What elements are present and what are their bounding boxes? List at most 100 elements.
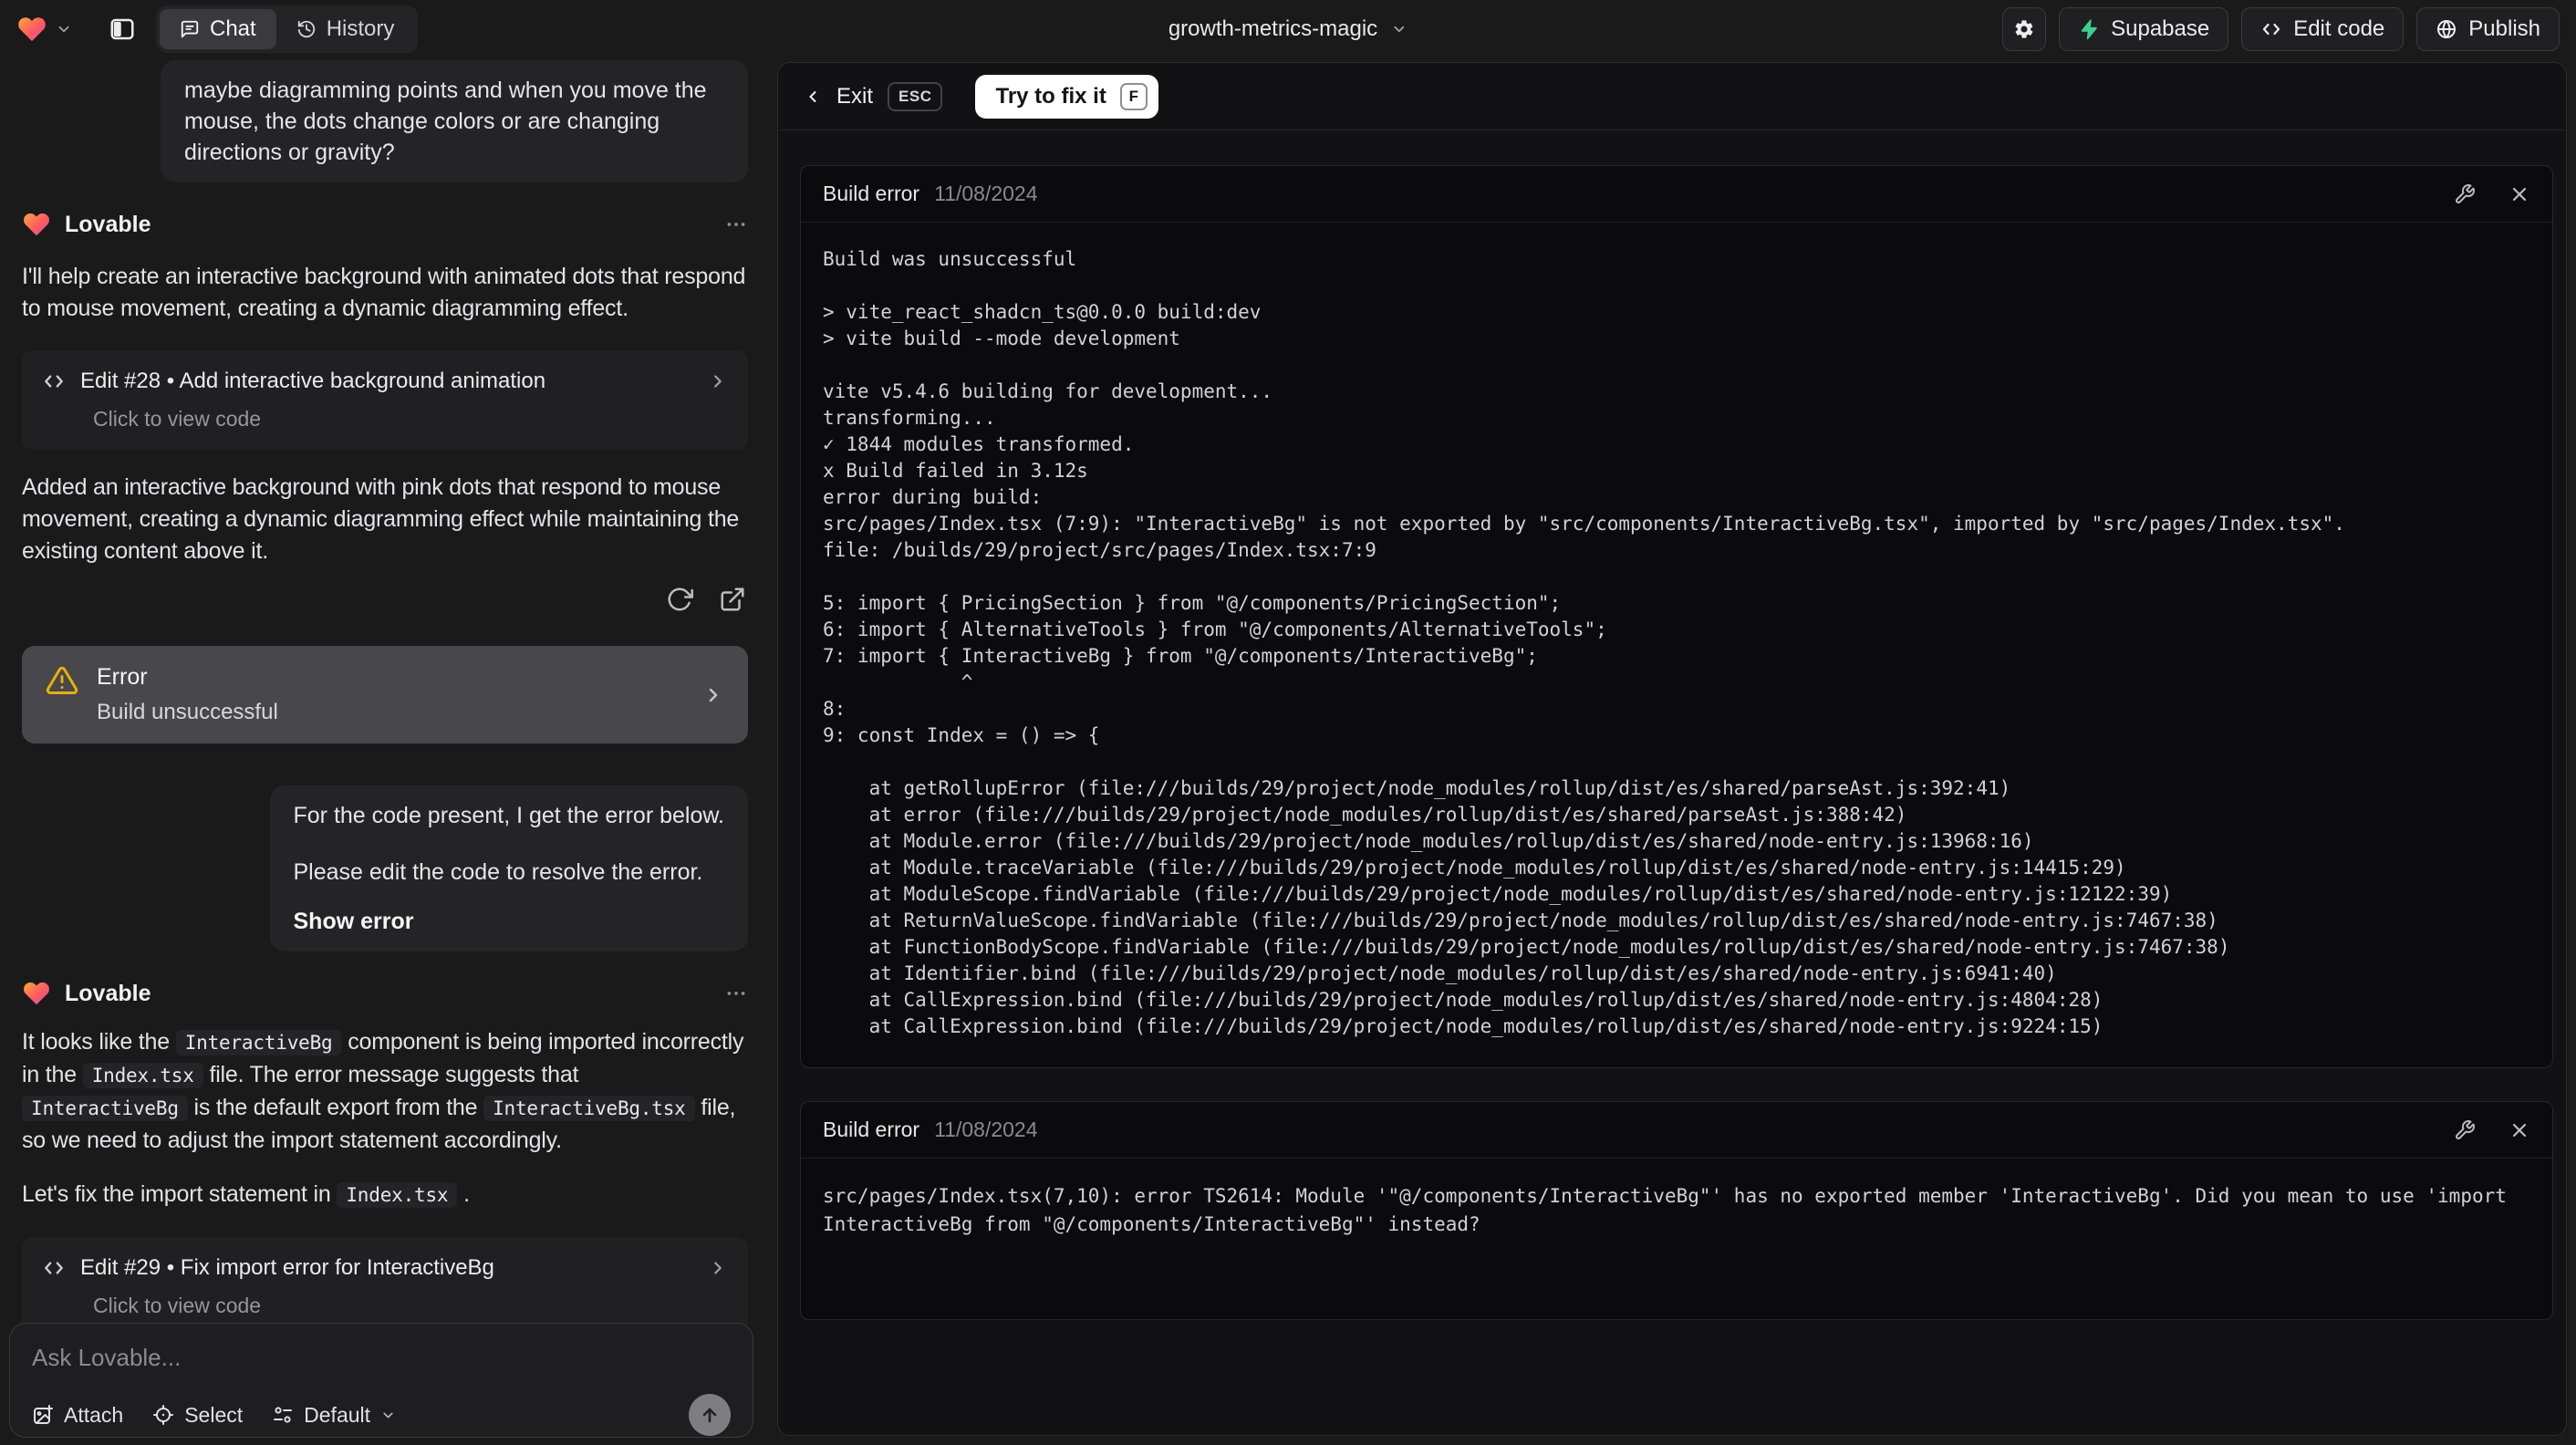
- chat-input[interactable]: Ask Lovable...: [32, 1344, 731, 1372]
- refresh-icon: [666, 586, 693, 613]
- external-link-icon: [719, 586, 746, 613]
- gear-icon: [2013, 18, 2035, 40]
- error-panel-body: Build error 11/08/2024 Build was unsucce…: [778, 130, 2566, 1320]
- build-error-title: Build error: [823, 182, 920, 205]
- esc-key-badge: ESC: [888, 81, 943, 111]
- chevron-right-icon: [702, 684, 724, 706]
- assistant-name: Lovable: [65, 211, 151, 237]
- target-icon: [152, 1404, 174, 1426]
- assistant-message-header: Lovable: [22, 210, 748, 239]
- tab-history[interactable]: History: [276, 9, 415, 49]
- image-attach-icon: [32, 1404, 54, 1426]
- chevron-right-icon: [708, 371, 728, 391]
- build-error-date: 11/08/2024: [934, 1118, 1038, 1141]
- warning-triangle-icon: [46, 664, 78, 697]
- wrench-icon: [2454, 1119, 2476, 1141]
- build-error-date: 11/08/2024: [934, 182, 1038, 205]
- user-message: For the code present, I get the error be…: [269, 785, 748, 951]
- chevron-down-icon: [380, 1408, 396, 1423]
- tab-history-label: History: [326, 16, 395, 41]
- edit-card-title: Edit #28 • Add interactive background an…: [80, 369, 546, 393]
- chat-history-segmented-control: Chat History: [156, 5, 419, 53]
- error-overlay-panel: Exit ESC Try to fix it F Build error 11/…: [777, 62, 2567, 1436]
- globe-icon: [2436, 18, 2457, 40]
- topbar-actions: Supabase Edit code Publish: [2002, 7, 2560, 51]
- chat-composer[interactable]: Ask Lovable... Attach Select Default: [9, 1323, 753, 1438]
- user-message: maybe diagramming points and when you mo…: [161, 60, 748, 182]
- error-card-subtitle: Build unsuccessful: [97, 700, 278, 724]
- tab-chat-label: Chat: [210, 16, 256, 41]
- panel-left-icon: [109, 16, 136, 43]
- code-brackets-icon: [2260, 18, 2282, 40]
- assistant-fix-text: It looks like the InteractiveBg componen…: [22, 1029, 744, 1153]
- exit-label: Exit: [836, 83, 874, 109]
- edit-code-button[interactable]: Edit code: [2241, 7, 2405, 51]
- close-error-button[interactable]: [2508, 1119, 2530, 1141]
- supabase-button[interactable]: Supabase: [2059, 7, 2229, 51]
- try-to-fix-label: Try to fix it: [995, 83, 1106, 109]
- message-menu-button[interactable]: [724, 982, 748, 1005]
- exit-button[interactable]: Exit: [804, 84, 873, 109]
- f-key-badge: F: [1119, 82, 1148, 110]
- wrench-icon: [2454, 183, 2476, 205]
- arrow-up-icon: [699, 1404, 721, 1426]
- attach-label: Attach: [64, 1402, 124, 1427]
- error-card-title: Error: [97, 664, 148, 690]
- edit-card-29[interactable]: Edit #29 • Fix import error for Interact…: [22, 1237, 748, 1336]
- select-element-button[interactable]: Select: [152, 1403, 243, 1428]
- send-button[interactable]: [689, 1394, 731, 1436]
- build-error-log: src/pages/Index.tsx(7,10): error TS2614:…: [823, 1185, 2519, 1235]
- project-switcher[interactable]: growth-metrics-magic: [1169, 0, 1407, 58]
- user-message-text: maybe diagramming points and when you mo…: [184, 78, 707, 165]
- publish-button[interactable]: Publish: [2416, 7, 2560, 51]
- close-icon: [2508, 183, 2530, 205]
- message-actions: [22, 586, 748, 613]
- history-icon: [296, 19, 317, 39]
- assistant-name: Lovable: [65, 980, 151, 1006]
- build-error-log: Build was unsuccessful > vite_react_shad…: [823, 248, 2345, 1037]
- lovable-logo-menu[interactable]: [16, 14, 72, 45]
- assistant-intro-text: I'll help create an interactive backgrou…: [22, 264, 746, 321]
- chevron-right-icon: [708, 1258, 728, 1278]
- supabase-label: Supabase: [2111, 16, 2210, 41]
- close-error-button[interactable]: [2508, 183, 2530, 205]
- restore-button[interactable]: [666, 586, 693, 613]
- topbar: Chat History growth-metrics-magic Supaba…: [0, 0, 2576, 58]
- select-label: Select: [184, 1402, 244, 1427]
- fix-error-button[interactable]: [2454, 183, 2476, 205]
- fix-error-button[interactable]: [2454, 1119, 2476, 1141]
- show-error-link[interactable]: Show error: [294, 906, 725, 937]
- edit-card-subtitle: Click to view code: [93, 407, 262, 431]
- sliders-icon: [272, 1404, 294, 1426]
- chevron-left-icon: [804, 88, 822, 106]
- open-preview-button[interactable]: [719, 586, 746, 613]
- mode-label: Default: [304, 1402, 371, 1427]
- user-message-text: Please edit the code to resolve the erro…: [293, 859, 703, 885]
- assistant-summary-text: Added an interactive background with pin…: [22, 474, 740, 564]
- message-menu-button[interactable]: [724, 213, 748, 236]
- lovable-heart-icon: [22, 210, 51, 239]
- attach-button[interactable]: Attach: [32, 1403, 123, 1428]
- try-to-fix-button[interactable]: Try to fix it F: [975, 74, 1158, 119]
- sidebar-toggle-button[interactable]: [109, 16, 136, 43]
- ellipsis-icon: [724, 982, 748, 1005]
- mode-dropdown[interactable]: Default: [272, 1403, 396, 1428]
- edit-card-title: Edit #29 • Fix import error for Interact…: [80, 1255, 494, 1280]
- lovable-heart-icon: [16, 14, 47, 45]
- chevron-down-icon: [1391, 21, 1407, 37]
- tab-chat[interactable]: Chat: [160, 9, 276, 49]
- chat-panel: maybe diagramming points and when you mo…: [0, 58, 772, 1445]
- user-message-text: For the code present, I get the error be…: [293, 803, 725, 828]
- edit-card-28[interactable]: Edit #28 • Add interactive background an…: [22, 350, 748, 450]
- build-error-card-1: Build error 11/08/2024 Build was unsucce…: [800, 165, 2553, 1068]
- ellipsis-icon: [724, 213, 748, 236]
- code-brackets-icon: [42, 369, 66, 393]
- build-error-title: Build error: [823, 1118, 920, 1141]
- publish-label: Publish: [2468, 16, 2540, 41]
- settings-button[interactable]: [2002, 7, 2047, 51]
- chat-bubble-icon: [180, 19, 200, 39]
- close-icon: [2508, 1119, 2530, 1141]
- edit-code-label: Edit code: [2293, 16, 2385, 41]
- error-card-selected[interactable]: Error Build unsuccessful: [22, 646, 748, 743]
- edit-card-subtitle: Click to view code: [93, 1294, 262, 1317]
